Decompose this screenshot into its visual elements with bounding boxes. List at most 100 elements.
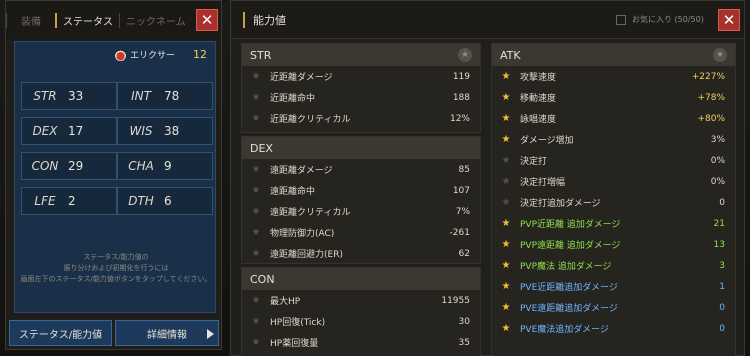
ability-value: 0 [719, 302, 725, 313]
ability-row[interactable]: ★ 移動速度 +78% [492, 87, 735, 108]
star-icon[interactable]: ★ [492, 302, 520, 313]
star-icon[interactable]: ★ [492, 197, 520, 208]
star-icon[interactable]: ★ [492, 155, 520, 166]
tab-nickname[interactable]: ニックネーム [119, 12, 192, 28]
star-icon[interactable]: ★ [242, 206, 270, 217]
ability-row[interactable]: ★ 決定打 0% [492, 150, 735, 171]
star-icon[interactable]: ★ [492, 323, 520, 334]
tab-equipment[interactable]: 装備 [6, 12, 55, 28]
stat-con[interactable]: CON 29 [21, 152, 117, 180]
ability-row[interactable]: ★ 決定打増幅 0% [492, 171, 735, 192]
star-icon[interactable]: ★ [242, 337, 270, 348]
star-icon[interactable]: ★ [458, 48, 472, 62]
stat-int[interactable]: INT 78 [117, 82, 213, 110]
star-icon[interactable]: ★ [242, 71, 270, 82]
favorites-label: お気に入り (50/50) [632, 15, 704, 24]
stat-dth[interactable]: DTH 6 [117, 187, 213, 215]
stat-name: DTH [128, 194, 154, 208]
ability-row[interactable]: ★ 遠距離命中 107 [242, 180, 480, 201]
ability-row[interactable]: ★ ダメージ増加 3% [492, 129, 735, 150]
favorites-filter[interactable]: お気に入り (50/50) [616, 14, 704, 25]
ability-label: 物理防御力(AC) [270, 229, 335, 239]
star-icon[interactable]: ★ [242, 92, 270, 103]
section-str: STR ★ ★ 近距離ダメージ 119 ★ 近距離命中 188 ★ 近距離クリティカル 12… [241, 43, 481, 133]
hint-line: 画面左下のステータス/能力値ボタンをタップしてください。 [20, 275, 212, 283]
star-icon[interactable]: ★ [492, 71, 520, 82]
stat-cha[interactable]: CHA 9 [117, 152, 213, 180]
star-icon[interactable]: ★ [492, 113, 520, 124]
hint-text: ステータス/能力値の 振り分けおよび初期化を行うには 画面左下のステータス/能力… [15, 252, 217, 285]
star-icon[interactable]: ★ [242, 248, 270, 259]
ability-row[interactable]: ★ 決定打追加ダメージ 0 [492, 192, 735, 213]
ability-row[interactable]: ★ 遠距離ダメージ 85 [242, 159, 480, 180]
ability-label: 遠距離クリティカル [270, 208, 351, 218]
star-icon[interactable]: ★ [242, 316, 270, 327]
star-icon[interactable]: ★ [492, 281, 520, 292]
ability-row[interactable]: ★ 近距離命中 188 [242, 87, 480, 108]
stat-value: 6 [164, 194, 172, 208]
ability-row[interactable]: ★ 遠距離クリティカル 7% [242, 201, 480, 222]
ability-value: 107 [452, 185, 470, 196]
tab-status[interactable]: ステータス [55, 12, 119, 28]
star-icon[interactable]: ★ [713, 48, 727, 62]
star-icon[interactable]: ★ [492, 218, 520, 229]
ability-value: 1 [719, 281, 725, 292]
ability-row[interactable]: ★ PVP近距離 追加ダメージ 21 [492, 213, 735, 234]
section-header: STR ★ [242, 44, 480, 66]
stat-name: CHA [128, 159, 154, 173]
star-icon[interactable]: ★ [242, 295, 270, 306]
ability-label: PVE遠距離追加ダメージ [520, 304, 618, 314]
ability-row[interactable]: ★ 近距離クリティカル 12% [242, 108, 480, 129]
star-icon[interactable]: ★ [492, 239, 520, 250]
stat-value: 9 [164, 159, 172, 173]
ability-row[interactable]: ★ 物理防御力(AC) -261 [242, 222, 480, 243]
ability-value: 13 [713, 239, 725, 250]
favorites-checkbox[interactable] [616, 14, 626, 25]
ability-row[interactable]: ★ PVP魔法 追加ダメージ 3 [492, 255, 735, 276]
close-icon[interactable]: ✕ [196, 9, 218, 31]
stat-value: 38 [164, 124, 180, 138]
tab-bar: 装備 ステータス ニックネーム [6, 1, 221, 39]
ability-row[interactable]: ★ 詠唱速度 +80% [492, 108, 735, 129]
ability-row[interactable]: ★ HP回復(Tick) 30 [242, 311, 480, 332]
stat-wis[interactable]: WIS 38 [117, 117, 213, 145]
section-header: ATK ★ [492, 44, 735, 66]
ability-label: 近距離ダメージ [270, 73, 333, 83]
stat-value: 29 [68, 159, 84, 173]
star-icon[interactable]: ★ [492, 260, 520, 271]
section-title: DEX [250, 141, 273, 155]
star-icon[interactable]: ★ [242, 164, 270, 175]
stat-lfe[interactable]: LFE 2 [21, 187, 117, 215]
star-icon[interactable]: ★ [242, 227, 270, 238]
ability-row[interactable]: ★ 遠距離回避力(ER) 62 [242, 243, 480, 263]
ability-row[interactable]: ★ 最大HP 11955 [242, 290, 480, 311]
stat-str[interactable]: STR 33 [21, 82, 117, 110]
ability-value: 21 [713, 218, 725, 229]
ability-label: PVP遠距離 追加ダメージ [520, 241, 621, 251]
ability-label: PVE魔法追加ダメージ [520, 325, 609, 335]
star-icon[interactable]: ★ [242, 185, 270, 196]
star-icon[interactable]: ★ [492, 176, 520, 187]
star-icon[interactable]: ★ [492, 92, 520, 103]
details-button[interactable]: 詳細情報 [115, 320, 219, 346]
ability-label: 決定打 [520, 157, 548, 167]
close-icon[interactable]: ✕ [718, 9, 740, 31]
ability-row[interactable]: ★ PVE遠距離追加ダメージ 0 [492, 297, 735, 318]
ability-row[interactable]: ★ HP薬回復量 35 [242, 332, 480, 353]
star-icon[interactable]: ★ [242, 113, 270, 124]
star-icon[interactable]: ★ [492, 134, 520, 145]
stat-value: 33 [68, 89, 84, 103]
stat-dex[interactable]: DEX 17 [21, 117, 117, 145]
ability-row[interactable]: ★ PVP遠距離 追加ダメージ 13 [492, 234, 735, 255]
ability-row[interactable]: ★ 近距離ダメージ 119 [242, 66, 480, 87]
ability-value: 0 [719, 197, 725, 208]
ability-label: PVP魔法 追加ダメージ [520, 262, 612, 272]
ability-row[interactable]: ★ PVE近距離追加ダメージ 1 [492, 276, 735, 297]
ability-row[interactable]: ★ PVE魔法追加ダメージ 0 [492, 318, 735, 339]
status-ability-button[interactable]: ステータス/能力値 [9, 320, 112, 346]
ability-row[interactable]: ★ 攻撃速度 +227% [492, 66, 735, 87]
stat-name: WIS [129, 124, 153, 138]
ability-label: ダメージ増加 [520, 136, 574, 146]
stat-value: 78 [164, 89, 180, 103]
ability-value: 30 [458, 316, 470, 327]
